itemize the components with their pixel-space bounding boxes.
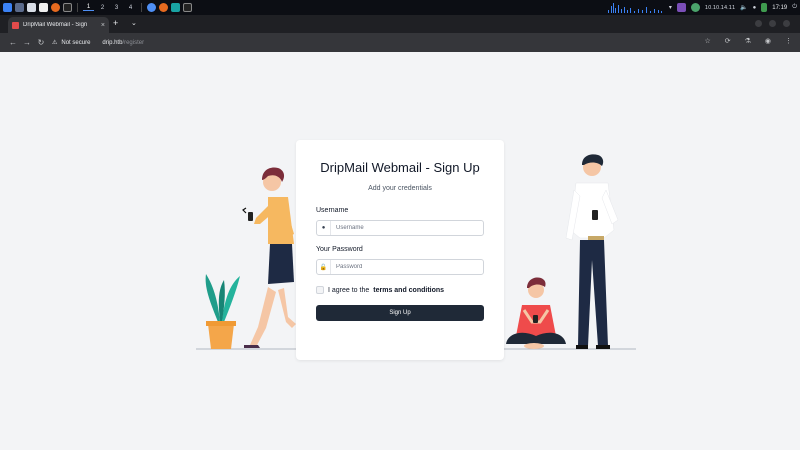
url-path: /register xyxy=(122,39,145,46)
network-manager-icon[interactable] xyxy=(676,3,686,12)
system-taskbar: 1 2 3 4 ▾ 10.10.14.11 🔈 ● 17:19 ⏻ xyxy=(0,0,800,15)
taskbar-divider xyxy=(141,3,142,12)
tab-title: DripMail Webmail - Sign xyxy=(23,22,88,28)
maximize-icon[interactable] xyxy=(769,20,776,27)
window-controls xyxy=(755,20,790,27)
extensions-icon[interactable]: ⟳ xyxy=(725,37,731,45)
workspace-4[interactable]: 4 xyxy=(125,5,136,11)
labs-icon[interactable]: ⚗ xyxy=(745,37,751,45)
warning-icon[interactable]: ⚠ xyxy=(52,39,57,46)
terminal-running-icon[interactable] xyxy=(183,3,192,12)
security-indicator[interactable]: Not secure xyxy=(61,40,90,46)
user-icon: ● xyxy=(317,221,331,235)
volume-icon[interactable]: 🔈 xyxy=(740,4,747,11)
document-icon[interactable] xyxy=(39,3,48,12)
forward-icon[interactable]: → xyxy=(20,38,34,47)
folder-icon[interactable] xyxy=(27,3,36,12)
notifications-icon[interactable]: ● xyxy=(753,5,757,11)
network-graph xyxy=(606,2,664,13)
page-title: DripMail Webmail - Sign Up xyxy=(320,160,480,175)
browser-menu-icon[interactable]: ⋮ xyxy=(785,37,792,45)
username-field[interactable]: ● xyxy=(316,220,484,236)
signup-card: DripMail Webmail - Sign Up Add your cred… xyxy=(296,140,504,360)
power-icon[interactable]: ⏻ xyxy=(792,4,797,11)
close-window-icon[interactable] xyxy=(783,20,790,27)
battery-icon[interactable] xyxy=(761,3,768,12)
tab-close-icon[interactable]: × xyxy=(101,22,105,29)
new-tab-icon[interactable]: + xyxy=(113,18,118,28)
page-viewport: DripMail Webmail - Sign Up Add your cred… xyxy=(0,52,800,450)
vpn-ip-address: 10.10.14.11 xyxy=(704,4,736,11)
browser-tab-active[interactable]: DripMail Webmail - Sign × xyxy=(8,17,109,33)
app-menu-icon[interactable] xyxy=(3,3,12,12)
url-host: drip.htb xyxy=(102,39,123,46)
bookmark-star-icon[interactable]: ☆ xyxy=(704,37,710,45)
burp-icon[interactable] xyxy=(171,3,180,12)
desktop-icon[interactable] xyxy=(15,3,24,12)
back-icon[interactable]: ← xyxy=(6,38,20,47)
workspace-1[interactable]: 1 xyxy=(83,4,94,11)
chromium-icon[interactable] xyxy=(147,3,156,12)
password-label: Your Password xyxy=(316,246,363,253)
dripmail-favicon-icon xyxy=(12,21,19,29)
password-input[interactable] xyxy=(331,264,481,270)
workspace-3[interactable]: 3 xyxy=(111,5,122,11)
address-bar[interactable]: ⚠ Not secure drip.htb/register xyxy=(52,36,714,49)
browser-toolbar: ← → ↻ ⚠ Not secure drip.htb/register ☆ ⟳… xyxy=(0,33,800,52)
woman-with-phone-illustration xyxy=(196,167,300,350)
terms-link[interactable]: terms and conditions xyxy=(373,287,444,294)
form-subtitle: Add your credentials xyxy=(368,185,432,192)
firefox-running-icon[interactable] xyxy=(159,3,168,12)
sign-up-button[interactable]: Sign Up xyxy=(316,305,484,321)
username-input[interactable] xyxy=(331,225,481,231)
terms-row: I agree to the terms and conditions xyxy=(316,286,444,294)
workspace-2[interactable]: 2 xyxy=(97,5,108,11)
wifi-icon[interactable]: ▾ xyxy=(669,4,672,11)
lock-icon: 🔓 xyxy=(317,260,331,274)
username-label: Username xyxy=(316,207,349,214)
terms-checkbox[interactable] xyxy=(316,286,324,294)
profile-icon[interactable]: ◉ xyxy=(765,37,771,45)
taskbar-divider xyxy=(77,3,78,12)
clock: 17:19 xyxy=(772,4,788,11)
vpn-icon[interactable] xyxy=(690,3,700,12)
reload-icon[interactable]: ↻ xyxy=(34,38,48,47)
password-field[interactable]: 🔓 xyxy=(316,259,484,275)
tab-search-icon[interactable]: ⌄ xyxy=(131,19,137,27)
minimize-icon[interactable] xyxy=(755,20,762,27)
firefox-icon[interactable] xyxy=(51,3,60,12)
terminal-icon[interactable] xyxy=(63,3,72,12)
terms-prefix: I agree to the xyxy=(328,286,370,294)
browser-tab-strip: DripMail Webmail - Sign × + ⌄ xyxy=(0,15,800,33)
men-with-phones-illustration xyxy=(504,154,636,350)
